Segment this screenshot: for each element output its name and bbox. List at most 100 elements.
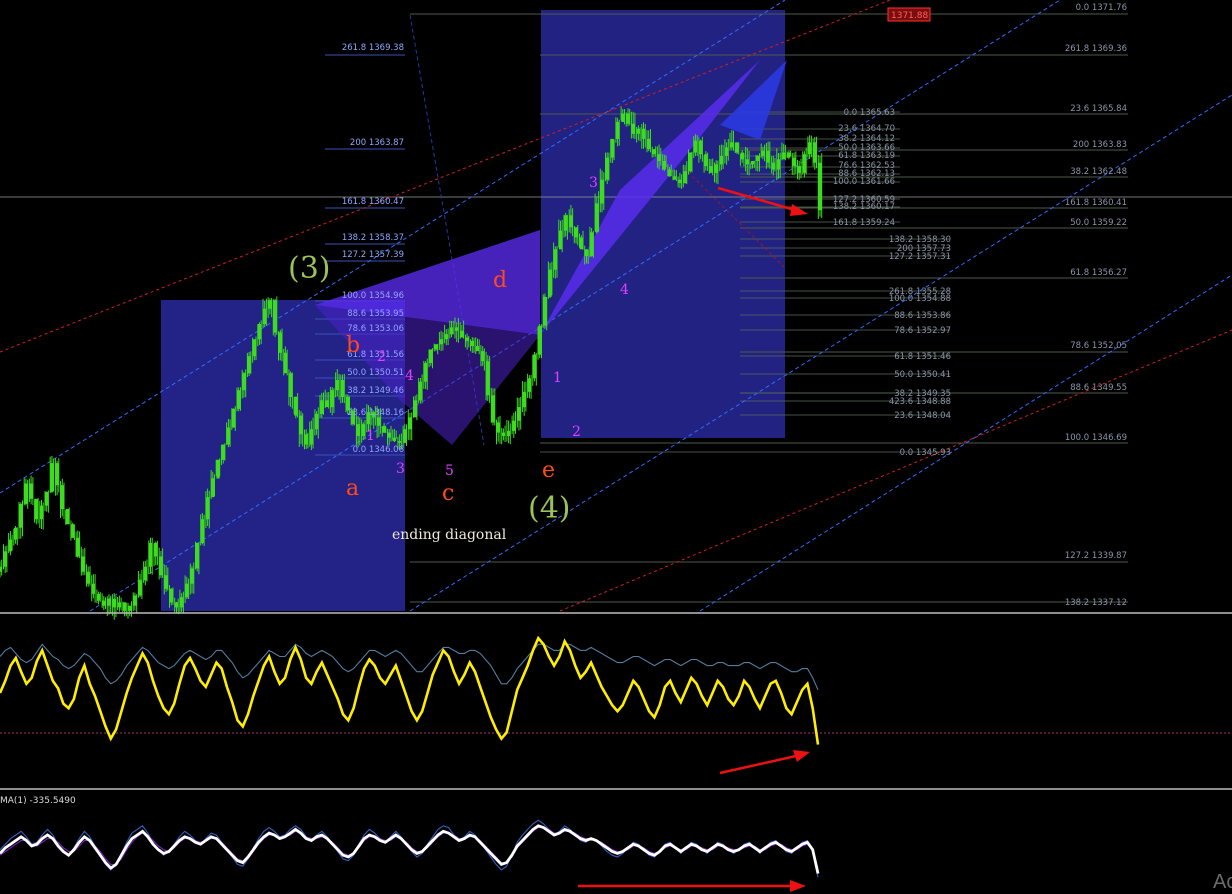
fib-label: 127.2 1357.39 [342,250,404,260]
candle-body [657,154,661,161]
candle-body [34,498,38,520]
oscillator-panel [0,635,820,745]
subwave-label-4-right: 4 [620,282,629,298]
candle-body [439,339,443,345]
candle-body [766,150,770,163]
candle-body [621,113,625,122]
fib-label: 88.6 1349.55 [1070,383,1127,393]
candle-body [325,400,329,408]
candle-body [107,598,111,606]
candle-body [403,429,407,443]
fib-label: 100.0 1354.96 [342,291,404,301]
candle-body [273,300,277,333]
fib-label: 0.0 1346.06 [353,445,404,455]
candle-body [304,434,308,445]
candle-body [725,147,729,156]
fib-label: 23.6 1348.04 [894,411,951,421]
candle-body [714,164,718,173]
fib-label: 100.0 1354.88 [889,294,951,304]
candle-body [398,441,402,443]
subwave-label-4-left: 4 [405,368,414,384]
indicator-main-line [0,635,820,745]
fib-label: 0.0 1345.93 [900,448,951,458]
candle-body [320,400,324,414]
candle-body [112,598,116,608]
candle-body [538,325,542,355]
fib-label: 23.6 1365.84 [1070,104,1127,114]
fib-label: 138.2 1337.12 [1065,598,1127,608]
wave-label-c: c [442,481,454,506]
candle-body [569,215,573,228]
candle-body [434,344,438,350]
candle-body [39,505,44,520]
candle-body [148,542,153,567]
candle-body [600,179,604,204]
candle-body [673,176,677,180]
candle-body [792,157,796,167]
candle-body [787,152,791,158]
fib-label: 0.0 1365.63 [844,108,895,118]
fib-label: 161.8 1359.24 [833,218,895,228]
candle-body [553,249,557,270]
candle-body [309,429,313,445]
candle-body [418,381,422,401]
candle-body [465,337,469,341]
subwave-label-2-left: 2 [377,349,386,365]
candle-body [377,417,381,426]
candle-body [475,346,480,352]
trading-chart: 261.8 1369.38200 1363.87161.8 1360.47138… [0,0,1232,893]
fib-label: 61.8 1356.27 [1070,268,1127,278]
candle-body [206,497,210,520]
candle-body [299,415,303,435]
candle-body [813,142,817,163]
candle-body [802,154,806,173]
candle-body [496,422,500,433]
candle-body [102,600,106,606]
candle-body [128,605,132,611]
candle-body [231,408,236,428]
oscillator-arrow [719,750,810,775]
candle-body [455,327,459,331]
candle-body [449,327,454,335]
candle-body [688,152,692,172]
candle-body [315,413,319,430]
candle-body [164,575,168,589]
candle-body [558,230,563,250]
candle-body [699,140,703,155]
candle-body [797,166,801,173]
fib-label: 200 1363.83 [1073,140,1127,150]
fib-label: 261.8 1369.38 [342,43,404,53]
candle-body [616,122,620,139]
ma-panel-label: MA(1) -335.5490 [0,796,76,806]
subwave-label-5-left: 5 [445,463,454,479]
fib-label: 100.0 1361.66 [833,177,895,187]
candle-body [174,602,179,608]
candle-body [257,324,262,340]
candle-body [574,227,578,238]
candle-body [782,152,786,160]
candle-body [392,437,396,442]
candle-body [268,300,272,309]
candle-body [97,593,101,601]
candle-body [631,123,635,134]
subwave-label-3-right: 3 [589,175,598,191]
candle-body [481,351,485,362]
candle-body [750,161,755,165]
fib-label: 38.2 1362.48 [1070,167,1127,177]
fib-label: 261.8 1369.36 [1065,44,1127,54]
candle-body [71,524,75,538]
candle-body [548,269,552,297]
fib-label: 138.2 1358.37 [342,233,404,243]
candle-body [590,232,594,257]
candle-body [808,142,812,155]
candle-body [60,485,64,509]
candle-body [735,142,739,153]
candle-body [693,140,697,153]
candle-body [180,597,184,608]
fib-label: 161.8 1360.47 [342,197,404,207]
candle-body [512,420,516,431]
candle-body [19,503,23,528]
candle-body [123,602,127,611]
candle-body [226,427,230,445]
candle-body [91,583,95,594]
